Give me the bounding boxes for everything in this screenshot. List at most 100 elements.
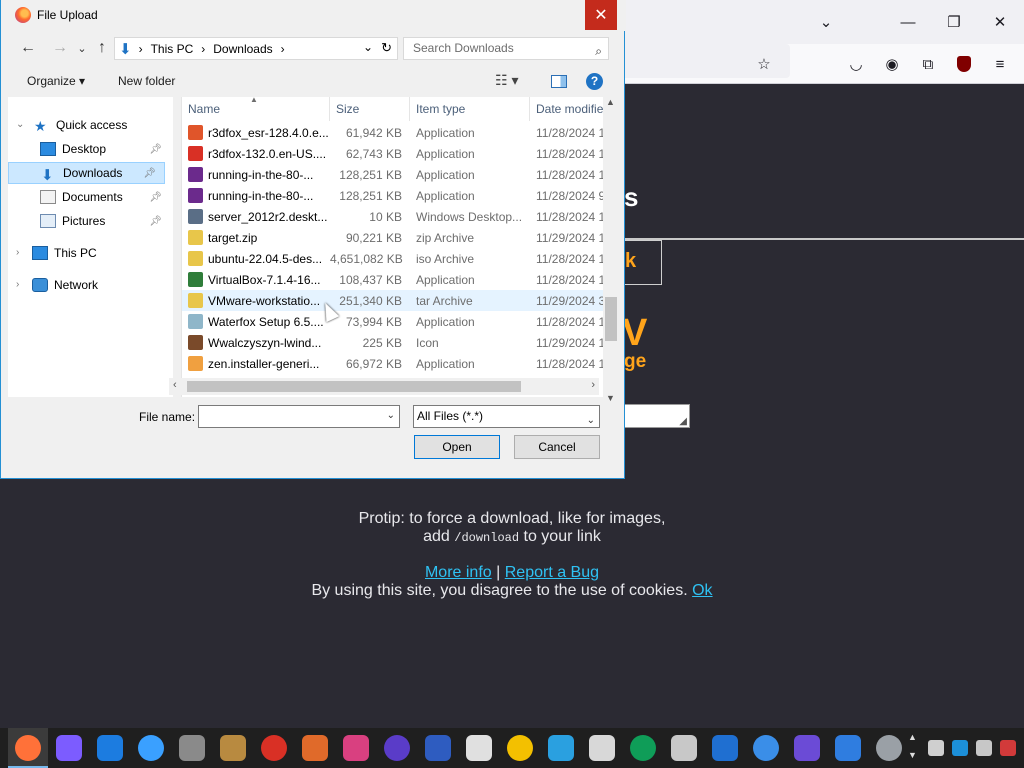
file-row[interactable]: running-in-the-80-... 128,251 KB Applicati… (182, 164, 612, 185)
pin-icon[interactable]: 📌︎ (149, 216, 162, 227)
vertical-scrollbar[interactable]: ▲ ▼ (603, 97, 619, 409)
account-icon[interactable]: ◉ (876, 49, 908, 79)
open-button[interactable]: Open (414, 435, 500, 459)
breadcrumb-downloads[interactable]: Downloads (209, 42, 276, 56)
tray-app-icon[interactable] (1000, 740, 1016, 756)
site-text-area[interactable]: ◢ (620, 404, 690, 428)
edge-taskbar-icon[interactable] (630, 735, 656, 761)
ghost-taskbar-icon[interactable] (589, 735, 615, 761)
bookmark-star-icon[interactable]: ☆ (748, 49, 780, 79)
ungoogled-taskbar-icon[interactable] (425, 735, 451, 761)
organize-button[interactable]: Organize ▾ (27, 74, 85, 88)
file-row[interactable]: r3dfox-132.0.en-US.... 62,743 KB Applicati… (182, 143, 612, 164)
file-row[interactable]: Waterfox Setup 6.5.... 73,994 KB Applicati… (182, 311, 612, 332)
dialog-close-button[interactable]: ✕ (585, 0, 617, 30)
file-row[interactable]: ubuntu-22.04.5-des... 4,651,082 KB iso Arc… (182, 248, 612, 269)
librewolf-taskbar-icon[interactable] (179, 735, 205, 761)
preview-pane-icon[interactable] (551, 75, 567, 88)
firefox-dev-taskbar-icon[interactable] (56, 735, 82, 761)
nav-desktop[interactable]: Desktop 📌︎ (40, 138, 170, 160)
scroll-left-arrow-icon[interactable]: ‹ (173, 379, 177, 391)
nav-network[interactable]: Network (32, 274, 98, 296)
resize-grip-icon[interactable]: ◢ (679, 416, 687, 427)
tor-taskbar-icon[interactable] (794, 735, 820, 761)
tray-app-icon[interactable] (952, 740, 968, 756)
pin-icon[interactable]: 📌︎ (149, 144, 162, 155)
scroll-down-arrow-icon[interactable]: ▼ (606, 393, 615, 403)
minimize-button[interactable]: — (892, 7, 924, 37)
pocket-icon[interactable]: ◡ (840, 49, 872, 79)
file-row[interactable]: running-in-the-80-... 128,251 KB Applicati… (182, 185, 612, 206)
column-date[interactable]: Date modifie (530, 97, 612, 121)
file-type-select[interactable]: All Files (*.*) ⌄ (413, 405, 600, 428)
firefox-nightly-taskbar-icon[interactable] (97, 735, 123, 761)
dialog-titlebar[interactable]: File Upload ✕ (1, 0, 626, 31)
refresh-icon[interactable]: ↻ (381, 40, 392, 56)
forward-button[interactable]: → (48, 36, 72, 60)
r3dfox-taskbar-icon[interactable] (261, 735, 287, 761)
expand-chevron-icon[interactable]: › (16, 279, 19, 290)
cookie-ok-link[interactable]: Ok (692, 582, 712, 599)
horizontal-scrollbar[interactable]: ‹ › (169, 378, 599, 395)
ublock-icon[interactable] (948, 49, 980, 79)
breadcrumb-sep[interactable]: › (277, 42, 289, 56)
r3dfox-pink-taskbar-icon[interactable] (343, 735, 369, 761)
report-bug-link[interactable]: Report a Bug (505, 564, 599, 581)
nav-this-pc[interactable]: This PC (32, 242, 97, 264)
tray-app-icon[interactable] (976, 740, 992, 756)
nav-documents[interactable]: Documents 📌︎ (40, 186, 170, 208)
tray-overflow-up-icon[interactable]: ▲ (908, 732, 917, 742)
search-input[interactable]: Search Downloads ⌕ (403, 37, 609, 60)
new-folder-button[interactable]: New folder (118, 74, 175, 88)
cancel-button[interactable]: Cancel (514, 435, 600, 459)
file-row[interactable]: zen.installer-generi... 66,972 KB Applicat… (182, 353, 612, 374)
column-type[interactable]: Item type (410, 97, 530, 121)
pin-icon[interactable]: 📌︎ (149, 192, 162, 203)
file-type-dropdown-chevron-icon[interactable]: ⌄ (587, 410, 595, 431)
breadcrumb-this-pc[interactable]: This PC (147, 42, 198, 56)
fulguris-taskbar-icon[interactable] (384, 735, 410, 761)
file-row[interactable]: server_2012r2.deskt... 10 KB Windows Deskt… (182, 206, 612, 227)
file-row[interactable]: VMware-workstatio... 251,340 KB tar Archiv… (182, 290, 612, 311)
nav-quick-access[interactable]: ★ Quick access (34, 114, 127, 136)
globe-taskbar-icon[interactable] (712, 735, 738, 761)
tray-overflow-down-icon[interactable]: ▼ (908, 750, 917, 760)
restore-button[interactable]: ❐ (938, 7, 970, 37)
waterfox-taskbar-icon[interactable] (138, 735, 164, 761)
back-button[interactable]: ← (16, 36, 40, 60)
file-row[interactable]: Wwalczyszyn-lwind... 225 KB Icon 11/29/2024… (182, 332, 612, 353)
floorp-taskbar-icon[interactable] (220, 735, 246, 761)
menu-hamburger-icon[interactable]: ≡ (984, 49, 1016, 79)
browser-taskbar-icon[interactable] (753, 735, 779, 761)
zen-taskbar-icon[interactable] (466, 735, 492, 761)
close-window-button[interactable]: ✕ (984, 7, 1016, 37)
breadcrumb[interactable]: ⬇ › This PC › Downloads › ⌄ ↻ (114, 37, 398, 60)
tray-app-icon[interactable] (928, 740, 944, 756)
extensions-icon[interactable]: ⧉ (912, 49, 944, 79)
horizontal-scroll-thumb[interactable] (187, 381, 521, 392)
expand-chevron-icon[interactable]: ⌄ (16, 119, 24, 130)
system-taskbar-icon[interactable] (876, 735, 902, 761)
view-options-icon[interactable]: ☷ ▾ (495, 72, 518, 89)
scroll-right-arrow-icon[interactable]: › (591, 379, 595, 391)
more-info-link[interactable]: More info (425, 564, 492, 581)
nav-pictures[interactable]: Pictures 📌︎ (40, 210, 170, 232)
kde-taskbar-icon[interactable] (835, 735, 861, 761)
mercury-taskbar-icon[interactable] (302, 735, 328, 761)
help-icon[interactable]: ? (586, 73, 603, 90)
chromium-taskbar-icon[interactable] (671, 735, 697, 761)
file-row[interactable]: target.zip 90,221 KB zip Archive 11/29/2024… (182, 227, 612, 248)
expand-chevron-icon[interactable]: › (16, 247, 19, 258)
mullvad-taskbar-icon[interactable] (507, 735, 533, 761)
file-row[interactable]: r3dfox_esr-128.4.0.e... 61,942 KB Applicat… (182, 122, 612, 143)
thorium-taskbar-icon[interactable] (548, 735, 574, 761)
column-size[interactable]: Size (330, 97, 410, 121)
address-dropdown-chevron-icon[interactable]: ⌄ (363, 40, 373, 54)
list-all-tabs-chevron-icon[interactable]: ⌄ (810, 7, 842, 37)
scroll-up-arrow-icon[interactable]: ▲ (606, 97, 615, 107)
firefox-taskbar-icon[interactable] (15, 735, 41, 761)
nav-downloads[interactable]: ⬇ Downloads 📌︎ (8, 162, 165, 184)
file-name-dropdown-chevron-icon[interactable]: ⌄ (387, 410, 395, 421)
vertical-scroll-thumb[interactable] (605, 297, 617, 341)
pin-icon[interactable]: 📌︎ (143, 168, 156, 179)
